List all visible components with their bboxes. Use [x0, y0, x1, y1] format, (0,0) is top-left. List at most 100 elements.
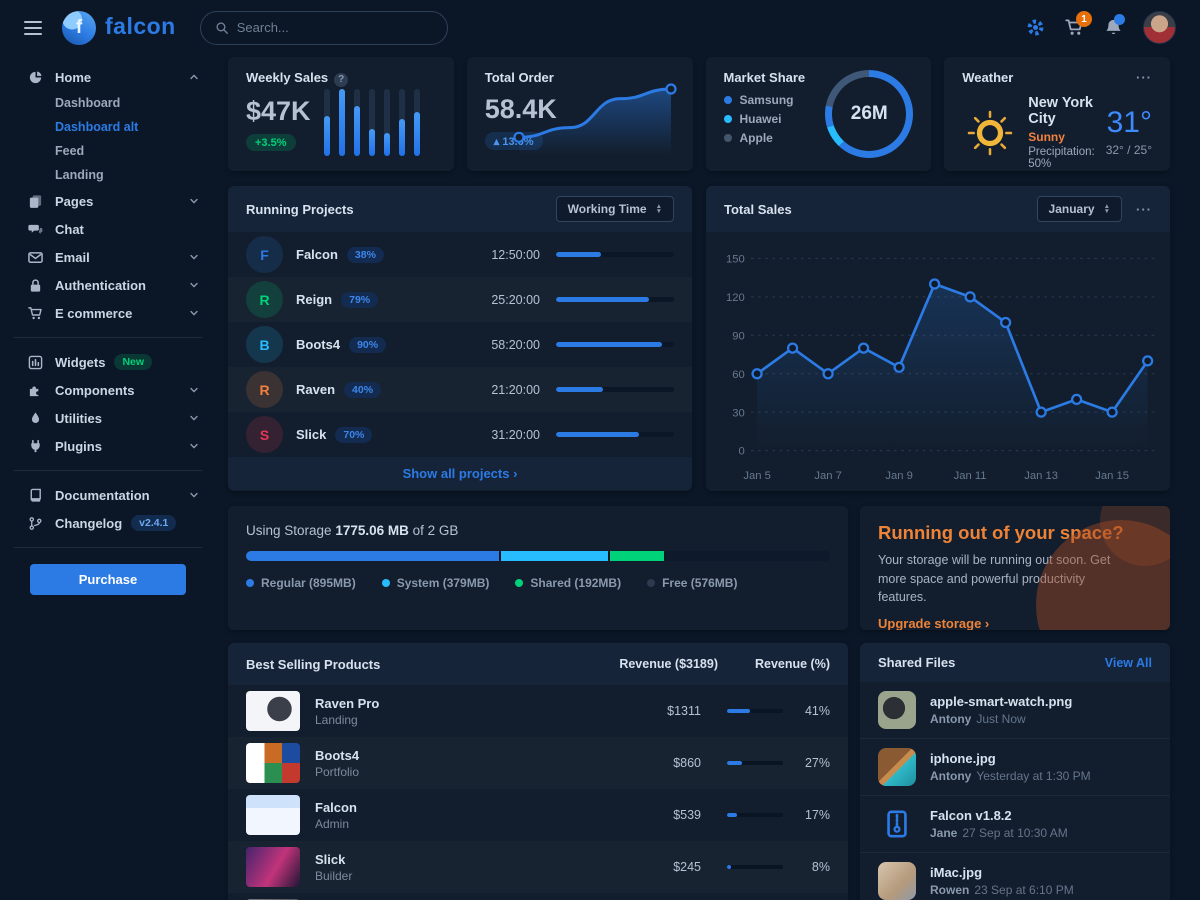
- sidebar-item-plugins[interactable]: Plugins: [0, 432, 216, 460]
- sidebar-subitem-dashboard-alt[interactable]: Dashboard alt: [0, 115, 216, 139]
- storage-legend-item: Regular (895MB): [246, 576, 356, 590]
- project-percent-badge: 70%: [335, 427, 372, 443]
- product-thumbnail: [246, 847, 300, 887]
- sidebar-item-home[interactable]: Home: [0, 63, 216, 91]
- show-all-projects-link[interactable]: Show all projects ›: [228, 457, 692, 490]
- product-category: Admin: [315, 817, 357, 831]
- project-row-boots4[interactable]: BBoots490%58:20:00: [228, 322, 692, 367]
- project-row-raven[interactable]: RRaven40%21:20:00: [228, 367, 692, 412]
- select-arrows-icon: ▲▼: [656, 204, 662, 214]
- market-share-card: Market Share SamsungHuaweiApple 26M: [706, 57, 932, 171]
- utilities-icon: [28, 411, 45, 426]
- sidebar-item-label: Email: [55, 250, 90, 265]
- pie-chart-icon: [28, 70, 45, 85]
- product-revenue: $539: [611, 808, 701, 822]
- user-avatar[interactable]: [1143, 11, 1176, 44]
- file-row-imac-jpg[interactable]: iMac.jpg Rowen23 Sep at 6:10 PM: [860, 852, 1170, 900]
- project-row-slick[interactable]: SSlick70%31:20:00: [228, 412, 692, 457]
- weather-menu-icon[interactable]: ···: [1136, 70, 1152, 85]
- upgrade-storage-link[interactable]: Upgrade storage ›: [878, 616, 989, 631]
- notifications-bell-icon[interactable]: [1104, 18, 1123, 37]
- view-all-link[interactable]: View All: [1105, 656, 1152, 670]
- project-progress-bar: [556, 387, 674, 392]
- sidebar-subitem-dashboard[interactable]: Dashboard: [0, 91, 216, 115]
- project-progress-bar: [556, 432, 674, 437]
- upgrade-space-card: Running out of your space? Your storage …: [860, 506, 1170, 630]
- info-icon[interactable]: ?: [334, 73, 348, 87]
- product-row-reign-pro[interactable]: Reign ProAgency$2347%: [228, 893, 848, 900]
- shared-files-panel: Shared Files View All apple-smart-watch.…: [860, 643, 1170, 900]
- chevron-down-icon: [188, 384, 200, 396]
- promo-body: Your storage will be running out soon. G…: [878, 551, 1130, 605]
- sidebar-item-pages[interactable]: Pages: [0, 187, 216, 215]
- project-row-falcon[interactable]: FFalcon38%12:50:00: [228, 232, 692, 277]
- documentation-icon: [28, 488, 45, 503]
- sidebar-item-components[interactable]: Components: [0, 376, 216, 404]
- product-row-raven-pro[interactable]: Raven ProLanding$131141%: [228, 685, 848, 737]
- file-meta: Rowen23 Sep at 6:10 PM: [930, 883, 1074, 897]
- project-avatar: R: [246, 281, 283, 318]
- sidebar-item-email[interactable]: Email: [0, 243, 216, 271]
- chevron-up-icon: [188, 71, 200, 83]
- total-sales-panel: Total Sales January ▲▼ ··· 0306090120150…: [706, 186, 1170, 491]
- product-row-boots4[interactable]: Boots4Portfolio$86027%: [228, 737, 848, 789]
- product-revenue: $860: [611, 756, 701, 770]
- zip-file-icon: [878, 805, 916, 843]
- search-box[interactable]: [200, 11, 448, 45]
- product-row-slick[interactable]: SlickBuilder$2458%: [228, 841, 848, 893]
- project-avatar: B: [246, 326, 283, 363]
- market-share-title: Market Share: [724, 70, 806, 85]
- month-select[interactable]: January ▲▼: [1037, 196, 1122, 222]
- bar: [324, 116, 330, 156]
- sidebar-item-changelog[interactable]: Changelogv2.4.1: [0, 509, 216, 537]
- project-name: Reign: [296, 292, 332, 307]
- sidebar-item-chat[interactable]: Chat: [0, 215, 216, 243]
- weather-temp: 31°: [1106, 108, 1152, 138]
- purchase-button[interactable]: Purchase: [30, 564, 186, 595]
- sidebar-item-authentication[interactable]: Authentication: [0, 271, 216, 299]
- pages-icon: [28, 194, 45, 209]
- shopping-cart-icon[interactable]: 1: [1065, 18, 1084, 37]
- bar: [384, 133, 390, 156]
- settings-gear-icon[interactable]: [1026, 18, 1045, 37]
- sidebar-item-documentation[interactable]: Documentation: [0, 481, 216, 509]
- product-name: Raven Pro: [315, 696, 379, 711]
- sidebar-item-e-commerce[interactable]: E commerce: [0, 299, 216, 327]
- cart-icon: [28, 306, 45, 321]
- project-avatar: F: [246, 236, 283, 273]
- sun-icon: [962, 105, 1018, 161]
- storage-progress-bar: [246, 551, 830, 561]
- search-input[interactable]: [237, 20, 433, 35]
- weather-condition: Sunny: [1028, 130, 1095, 144]
- product-revenue-pct: 27%: [798, 756, 830, 770]
- sidebar-divider: [14, 470, 202, 471]
- storage-segment-free-576mb-: [666, 551, 830, 561]
- legend-dot: [515, 579, 523, 587]
- sidebar-subitem-landing[interactable]: Landing: [0, 163, 216, 187]
- product-row-falcon[interactable]: FalconAdmin$53917%: [228, 789, 848, 841]
- sidebar-item-label: Documentation: [55, 488, 150, 503]
- sidebar-divider: [14, 337, 202, 338]
- hamburger-menu-icon[interactable]: [22, 17, 44, 39]
- product-revenue-pct: 8%: [798, 860, 830, 874]
- working-time-select[interactable]: Working Time ▲▼: [556, 196, 674, 222]
- file-row-apple-smart-watch-png[interactable]: apple-smart-watch.pngAntonyJust Now: [860, 682, 1170, 738]
- brand-logo[interactable]: f falcon: [62, 11, 176, 45]
- bar-track: [339, 89, 345, 156]
- total-sales-menu-icon[interactable]: ···: [1136, 202, 1152, 217]
- product-category: Builder: [315, 869, 352, 883]
- storage-legend-item: Shared (192MB): [515, 576, 621, 590]
- file-row-iphone-jpg[interactable]: iphone.jpgAntonyYesterday at 1:30 PM: [860, 738, 1170, 795]
- file-row-falcon-v1-8-2[interactable]: Falcon v1.8.2Jane27 Sep at 10:30 AM: [860, 795, 1170, 852]
- shared-files-title: Shared Files: [878, 655, 955, 670]
- bar: [399, 119, 405, 156]
- project-row-reign[interactable]: RReign79%25:20:00: [228, 277, 692, 322]
- file-name: iMac.jpg: [930, 865, 1074, 880]
- sidebar-item-utilities[interactable]: Utilities: [0, 404, 216, 432]
- sidebar-subitem-feed[interactable]: Feed: [0, 139, 216, 163]
- sidebar-item-widgets[interactable]: WidgetsNew: [0, 348, 216, 376]
- legend-dot: [246, 579, 254, 587]
- project-percent-badge: 79%: [341, 292, 378, 308]
- market-share-donut-chart: 26M: [825, 70, 913, 158]
- file-name: apple-smart-watch.png: [930, 694, 1072, 709]
